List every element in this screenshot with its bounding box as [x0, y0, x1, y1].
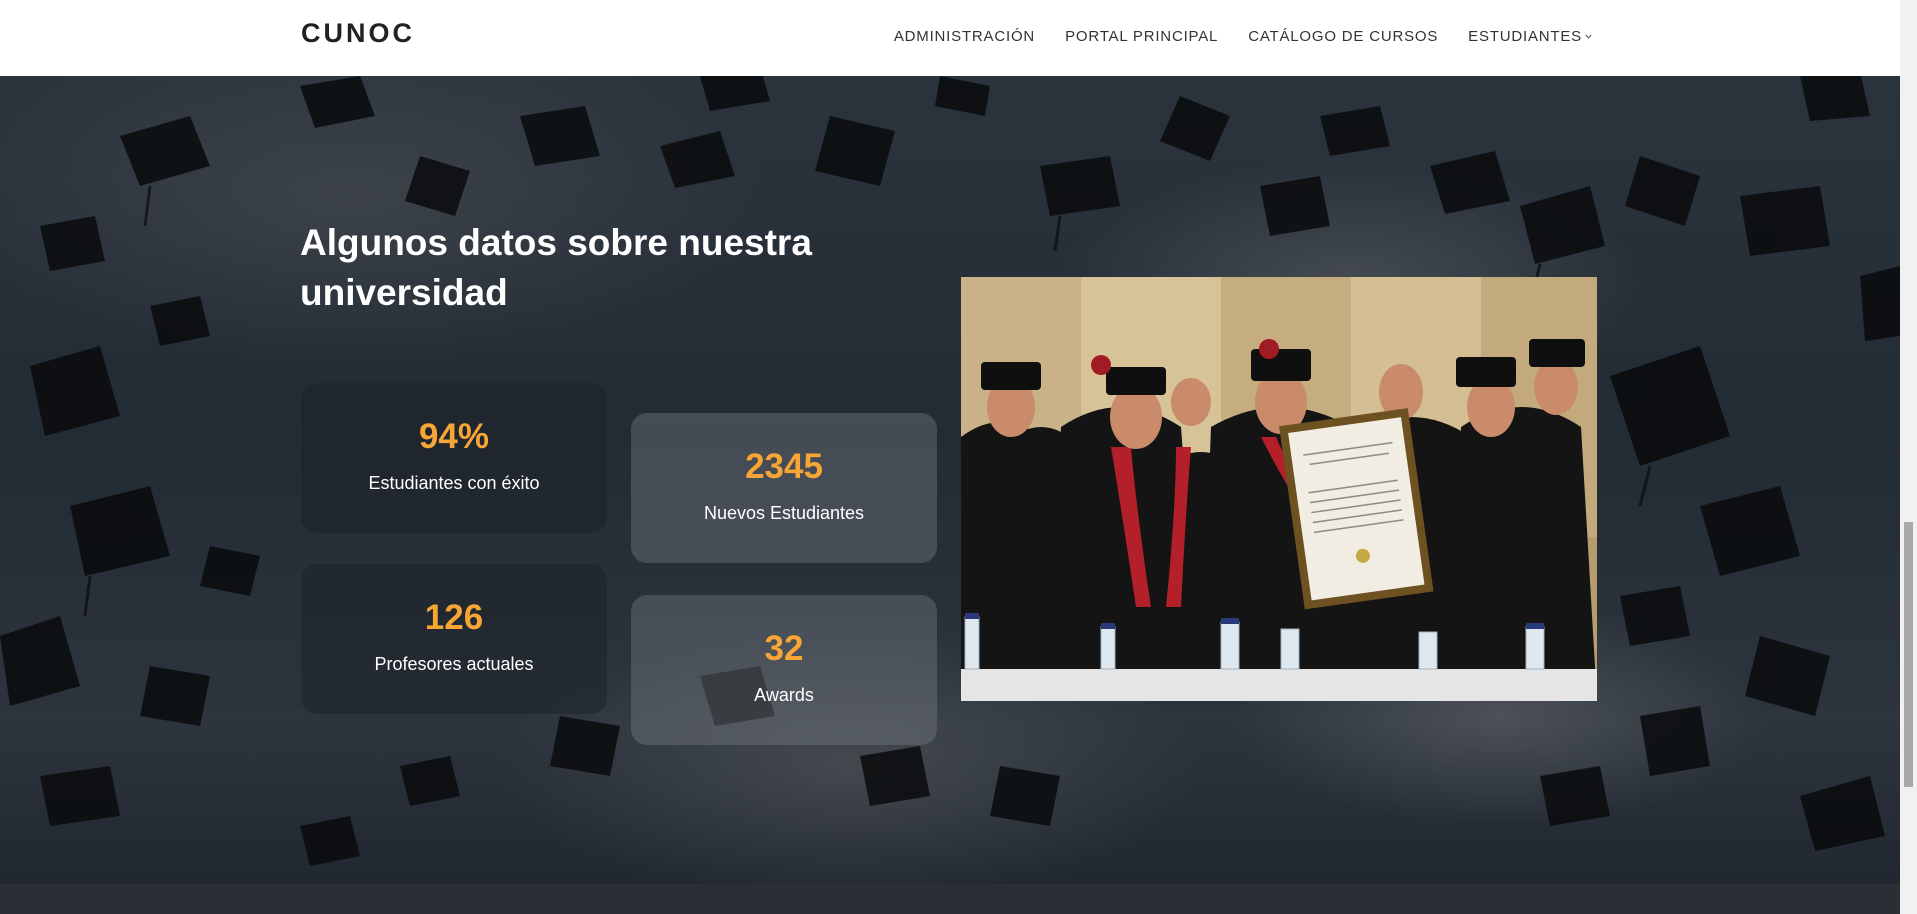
stat-value: 32 — [764, 629, 804, 668]
brand-logo-link[interactable]: CUNOC — [301, 18, 415, 49]
nav-link-estudiantes-label: ESTUDIANTES — [1468, 28, 1582, 45]
section-heading: Algunos datos sobre nuestra universidad — [300, 222, 812, 313]
nav-link-portal-principal[interactable]: PORTAL PRINCIPAL — [1065, 28, 1218, 45]
nav-link-catalogo-de-cursos[interactable]: CATÁLOGO DE CURSOS — [1248, 28, 1438, 45]
stat-card-new-students: 2345 Nuevos Estudiantes — [631, 413, 937, 563]
hero-background — [0, 76, 1900, 884]
footer-strip — [0, 884, 1900, 914]
stat-card-professors: 126 Profesores actuales — [301, 564, 607, 714]
page-scrollbar[interactable] — [1900, 0, 1917, 914]
page: CUNOC ADMINISTRACIÓN PORTAL PRINCIPAL CA… — [0, 0, 1917, 914]
stat-value: 126 — [424, 598, 484, 637]
stat-label: Profesores actuales — [374, 654, 534, 674]
chevron-down-icon — [1585, 34, 1592, 39]
stat-card-awards: 32 Awards — [631, 595, 937, 745]
stat-card-success: 94% Estudiantes con éxito — [301, 383, 607, 533]
stat-value: 2345 — [745, 447, 823, 486]
stat-label: Estudiantes con éxito — [368, 473, 540, 493]
nav-link-administracion[interactable]: ADMINISTRACIÓN — [894, 28, 1035, 45]
navbar: CUNOC ADMINISTRACIÓN PORTAL PRINCIPAL CA… — [0, 0, 1900, 76]
scrollbar-thumb[interactable] — [1904, 522, 1913, 787]
stat-label: Nuevos Estudiantes — [703, 503, 865, 523]
graduation-ceremony-photo — [961, 277, 1597, 701]
stat-value: 94% — [418, 417, 490, 456]
background-overlay — [0, 76, 1900, 884]
nav-link-estudiantes[interactable]: ESTUDIANTES — [1468, 28, 1593, 45]
nav-menu: ADMINISTRACIÓN PORTAL PRINCIPAL CATÁLOGO… — [894, 28, 1593, 45]
ceremony-illustration — [961, 277, 1597, 701]
stat-label: Awards — [754, 685, 814, 705]
